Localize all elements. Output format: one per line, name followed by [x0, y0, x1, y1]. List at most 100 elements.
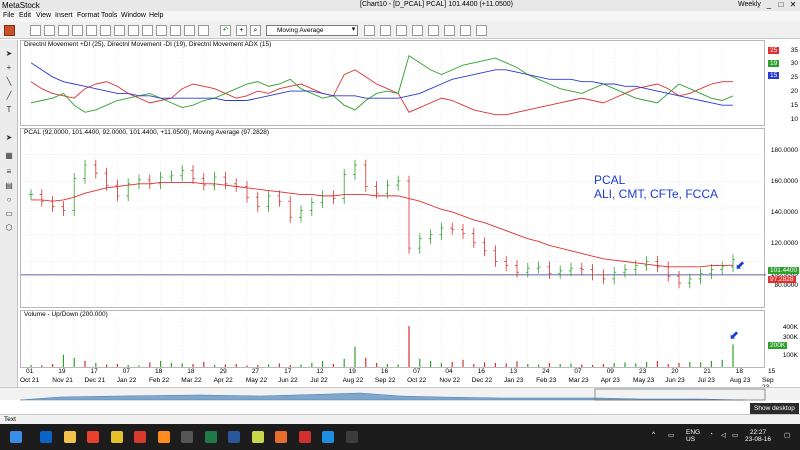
close-button[interactable]: ✕ [787, 0, 799, 9]
firefox-icon[interactable] [275, 431, 287, 443]
zoom-icon[interactable]: ⌕ [250, 25, 261, 36]
excel-icon[interactable] [204, 431, 217, 443]
zoom-in-icon[interactable] [156, 25, 167, 36]
firefox-dev-icon[interactable] [157, 431, 170, 443]
date-month-label: Jun 23 [665, 377, 685, 384]
forecast-icon[interactable] [412, 25, 423, 36]
chrome-icon[interactable] [110, 431, 123, 443]
trendline-icon[interactable]: ╲ [3, 76, 15, 87]
language-indicator[interactable]: ENG US [686, 429, 700, 443]
battery-icon[interactable]: ▭ [732, 431, 738, 439]
date-day-label: 18 [735, 368, 743, 375]
clock[interactable]: 22:27 23-08-16 [745, 429, 771, 443]
cut-icon[interactable] [72, 25, 83, 36]
adx-tag: 15 [768, 72, 780, 79]
folder-icon[interactable] [63, 431, 76, 443]
outlook-icon[interactable] [40, 431, 52, 443]
candle-icon[interactable] [142, 25, 153, 36]
anydesk-icon[interactable] [87, 431, 99, 443]
menu-window[interactable]: Window [121, 12, 146, 19]
date-month-label: Oct 21 [20, 377, 40, 384]
menu-format[interactable]: Format [77, 12, 99, 19]
notification-icon[interactable]: ▢ [784, 431, 790, 439]
wifi-icon[interactable]: ◔ [709, 431, 713, 438]
report-icon[interactable] [476, 25, 487, 36]
expert-icon[interactable] [364, 25, 375, 36]
print-icon[interactable] [58, 25, 69, 36]
dmi-pane[interactable]: Directnl Movement +DI (25), Directnl Mov… [20, 40, 766, 127]
clock-date: 23-08-16 [745, 436, 772, 443]
volume-pane[interactable]: Volume - Up/Down (200.000) ⬋ [20, 310, 766, 369]
date-day-label: 20 [671, 368, 679, 375]
menu-view[interactable]: View [36, 12, 51, 19]
system-icon[interactable] [396, 25, 407, 36]
copy-icon[interactable] [86, 25, 97, 36]
app-icon[interactable] [181, 431, 193, 443]
grid-icon[interactable] [184, 25, 195, 36]
pointer-icon[interactable]: ➤ [3, 48, 15, 59]
data-icon[interactable] [444, 25, 455, 36]
save-icon[interactable] [44, 25, 55, 36]
menu-tools[interactable]: Tools [101, 12, 117, 19]
volume-scale: 400K 300K 100K [766, 310, 800, 368]
channel-icon[interactable]: ≡ [3, 166, 15, 177]
windows-start-icon[interactable] [10, 431, 22, 443]
crosshair-icon[interactable]: + [3, 62, 15, 73]
overview-scrollbar[interactable] [0, 387, 800, 401]
android-icon[interactable] [251, 431, 264, 443]
menu-insert[interactable]: Insert [55, 12, 73, 19]
line-icon[interactable] [128, 25, 139, 36]
network-icon[interactable]: ▭ [668, 431, 674, 439]
snap-icon[interactable] [198, 25, 209, 36]
zoom-out-icon[interactable] [170, 25, 181, 36]
price-pane[interactable]: PCAL (92.0000, 101.4400, 92.0000, 101.44… [20, 128, 766, 309]
menu-help[interactable]: Help [149, 12, 163, 19]
word-icon[interactable] [228, 431, 240, 443]
copy-chart-icon[interactable] [460, 25, 471, 36]
overview-strip[interactable] [0, 388, 800, 401]
menu-edit[interactable]: Edit [19, 12, 31, 19]
app-title: MetaStock [2, 1, 40, 10]
indicator-select[interactable]: Moving Average [266, 25, 358, 36]
undo-icon[interactable]: ↶ [220, 25, 231, 36]
drawing-toolbar: ➤ + ╲ ╱ T ➤ ▦ ≡ ▤ ○ ▭ ⬡ [0, 40, 18, 400]
shape-icon[interactable]: ⬡ [3, 222, 15, 233]
explorer-icon[interactable] [380, 25, 391, 36]
layout-label[interactable]: Weekly [738, 1, 761, 8]
pdf-icon[interactable] [298, 431, 311, 443]
volume-icon[interactable]: ◁ [721, 431, 726, 439]
status-text: Text [4, 416, 16, 423]
grid-icon[interactable]: ▦ [3, 150, 15, 161]
scan-icon[interactable] [428, 25, 439, 36]
date-month-label: Aug 23 [729, 377, 751, 384]
date-day-label: 19 [58, 368, 66, 375]
ellipse-icon[interactable]: ○ [3, 194, 15, 205]
metastock-icon[interactable] [134, 431, 146, 443]
open-icon[interactable] [30, 25, 41, 36]
minimize-button[interactable]: _ [763, 0, 775, 9]
volume-scale-label: 400K [782, 324, 798, 331]
annotation-credentials: ALI, CMT, CFTe, FCCA [594, 187, 719, 201]
ray-icon[interactable]: ╱ [3, 90, 15, 101]
bars-icon[interactable] [114, 25, 125, 36]
dmi-plot[interactable] [21, 41, 766, 127]
paste-icon[interactable] [100, 25, 111, 36]
volume-plot[interactable]: ⬋ [21, 311, 766, 369]
date-month-label: Apr 23 [600, 377, 620, 384]
rect-icon[interactable]: ▭ [3, 208, 15, 219]
price-plot[interactable]: ⬋ [21, 129, 766, 309]
chevron-down-icon[interactable]: ▾ [348, 25, 359, 36]
menu-file[interactable]: File [3, 12, 14, 19]
text-icon[interactable]: T [3, 104, 15, 115]
edge-icon[interactable] [322, 431, 334, 443]
crosshair-icon[interactable]: + [236, 25, 247, 36]
terminal-icon[interactable] [345, 431, 358, 443]
minus-di-line [30, 55, 734, 113]
chart-annotation[interactable]: PCAL ALI, CMT, CFTe, FCCA [594, 173, 718, 201]
tray-chevron-icon[interactable]: ^ [652, 431, 655, 438]
price-scale-label: 140.0000 [770, 209, 798, 216]
maximize-button[interactable]: □ [775, 0, 787, 9]
fib-icon[interactable]: ▤ [3, 180, 15, 191]
pointer-icon[interactable]: ➤ [3, 132, 15, 143]
new-chart-icon[interactable] [4, 25, 15, 36]
